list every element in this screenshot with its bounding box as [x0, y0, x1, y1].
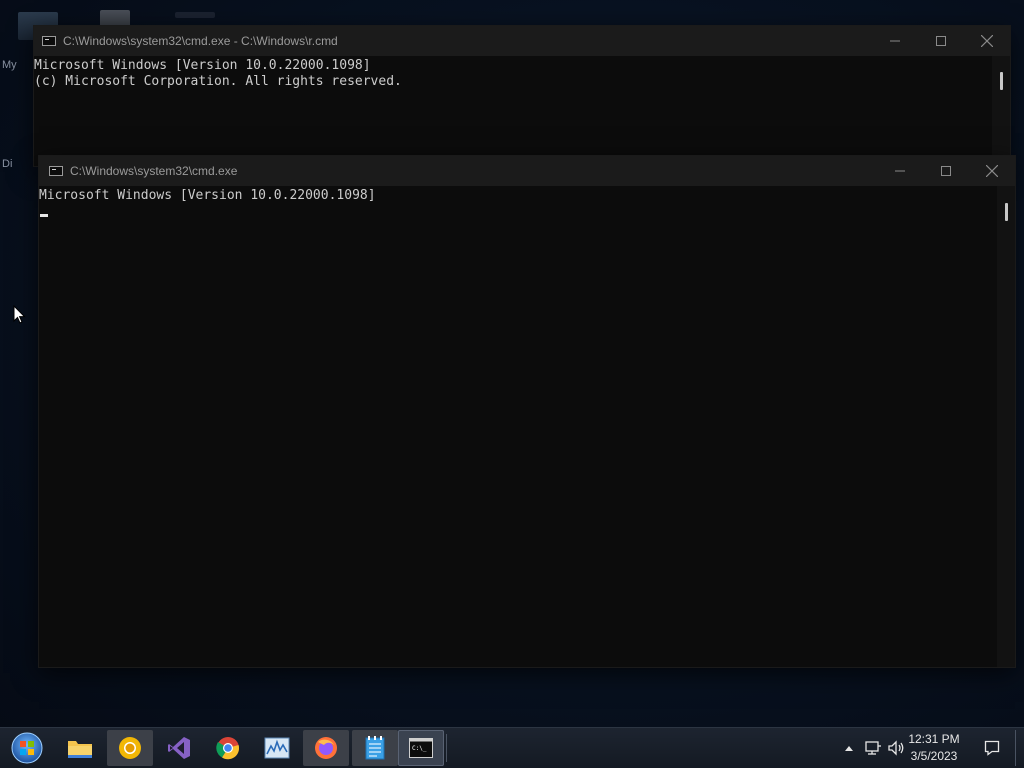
title-bar[interactable]: C:\Windows\system32\cmd.exe: [39, 156, 1015, 186]
taskbar-firefox[interactable]: [303, 730, 349, 766]
desktop-icon-label: My: [2, 59, 17, 71]
notepad-icon: [365, 736, 385, 760]
chevron-up-icon: [845, 746, 853, 751]
firefox-icon: [315, 737, 337, 759]
action-center-button[interactable]: [980, 728, 1004, 768]
title-bar[interactable]: C:\Windows\system32\cmd.exe - C:\Windows…: [34, 26, 1010, 56]
show-desktop-button[interactable]: [1015, 730, 1022, 766]
cmd-window-back[interactable]: C:\Windows\system32\cmd.exe - C:\Windows…: [34, 26, 1010, 166]
desktop-icon-label: Di: [2, 158, 13, 170]
taskbar-command-prompt[interactable]: C:\_: [398, 730, 444, 766]
start-button[interactable]: [4, 730, 50, 766]
close-button[interactable]: [964, 26, 1010, 56]
cmd-icon: [49, 166, 63, 176]
console-output[interactable]: Microsoft Windows [Version 10.0.22000.10…: [39, 186, 997, 667]
minimize-button[interactable]: [872, 26, 918, 56]
window-title: C:\Windows\system32\cmd.exe - C:\Windows…: [63, 34, 338, 48]
vertical-scrollbar[interactable]: [997, 186, 1015, 667]
taskbar-divider: [446, 734, 447, 762]
taskbar-performance-monitor[interactable]: [254, 730, 300, 766]
minimize-icon: [895, 170, 905, 172]
minimize-icon: [890, 40, 900, 42]
close-icon: [981, 35, 993, 47]
clock-date: 3/5/2023: [910, 749, 958, 763]
system-clock[interactable]: 12:31 PM 3/5/2023: [900, 731, 968, 765]
text-cursor: [40, 214, 48, 217]
vertical-scrollbar[interactable]: [992, 56, 1010, 166]
taskbar-file-explorer[interactable]: [57, 730, 103, 766]
console-line: Microsoft Windows [Version 10.0.22000.10…: [39, 188, 376, 203]
taskbar-notepad[interactable]: [352, 730, 398, 766]
clock-time: 12:31 PM: [908, 732, 960, 746]
console-line: Microsoft Windows [Version 10.0.22000.10…: [34, 58, 371, 73]
close-button[interactable]: [969, 156, 1015, 186]
windows-start-orb-icon: [11, 732, 43, 764]
taskbar-chrome-canary[interactable]: [107, 730, 153, 766]
maximize-icon: [936, 36, 946, 46]
chrome-icon: [216, 737, 240, 760]
maximize-button[interactable]: [918, 26, 964, 56]
cmd-icon: [42, 36, 56, 46]
scrollbar-thumb[interactable]: [1005, 203, 1008, 221]
folder-icon: [68, 741, 92, 758]
visual-studio-icon: [168, 737, 190, 759]
close-icon: [986, 165, 998, 177]
console-output[interactable]: Microsoft Windows [Version 10.0.22000.10…: [34, 56, 992, 166]
taskbar-visual-studio[interactable]: [156, 730, 202, 766]
taskbar-chrome[interactable]: [205, 730, 251, 766]
maximize-icon: [941, 166, 951, 176]
notification-icon: [984, 740, 1000, 756]
chrome-yellow-icon: [119, 737, 141, 759]
network-button[interactable]: [862, 728, 884, 768]
scrollbar-thumb[interactable]: [1000, 72, 1003, 90]
cmd-icon: C:\_: [409, 738, 433, 758]
maximize-button[interactable]: [923, 156, 969, 186]
window-title: C:\Windows\system32\cmd.exe: [70, 164, 238, 178]
chart-icon: [264, 737, 290, 759]
svg-text:C:\_: C:\_: [412, 745, 427, 752]
cmd-window-front[interactable]: C:\Windows\system32\cmd.exe Microsoft Wi…: [39, 156, 1015, 667]
console-line: (c) Microsoft Corporation. All rights re…: [34, 74, 402, 89]
minimize-button[interactable]: [877, 156, 923, 186]
desktop-icon[interactable]: [175, 12, 215, 18]
show-hidden-icons-button[interactable]: [840, 728, 858, 768]
mouse-pointer-icon: [13, 305, 26, 324]
network-icon: [865, 741, 881, 755]
taskbar: C:\_ 12:31 PM 3/5/2023: [0, 727, 1024, 768]
